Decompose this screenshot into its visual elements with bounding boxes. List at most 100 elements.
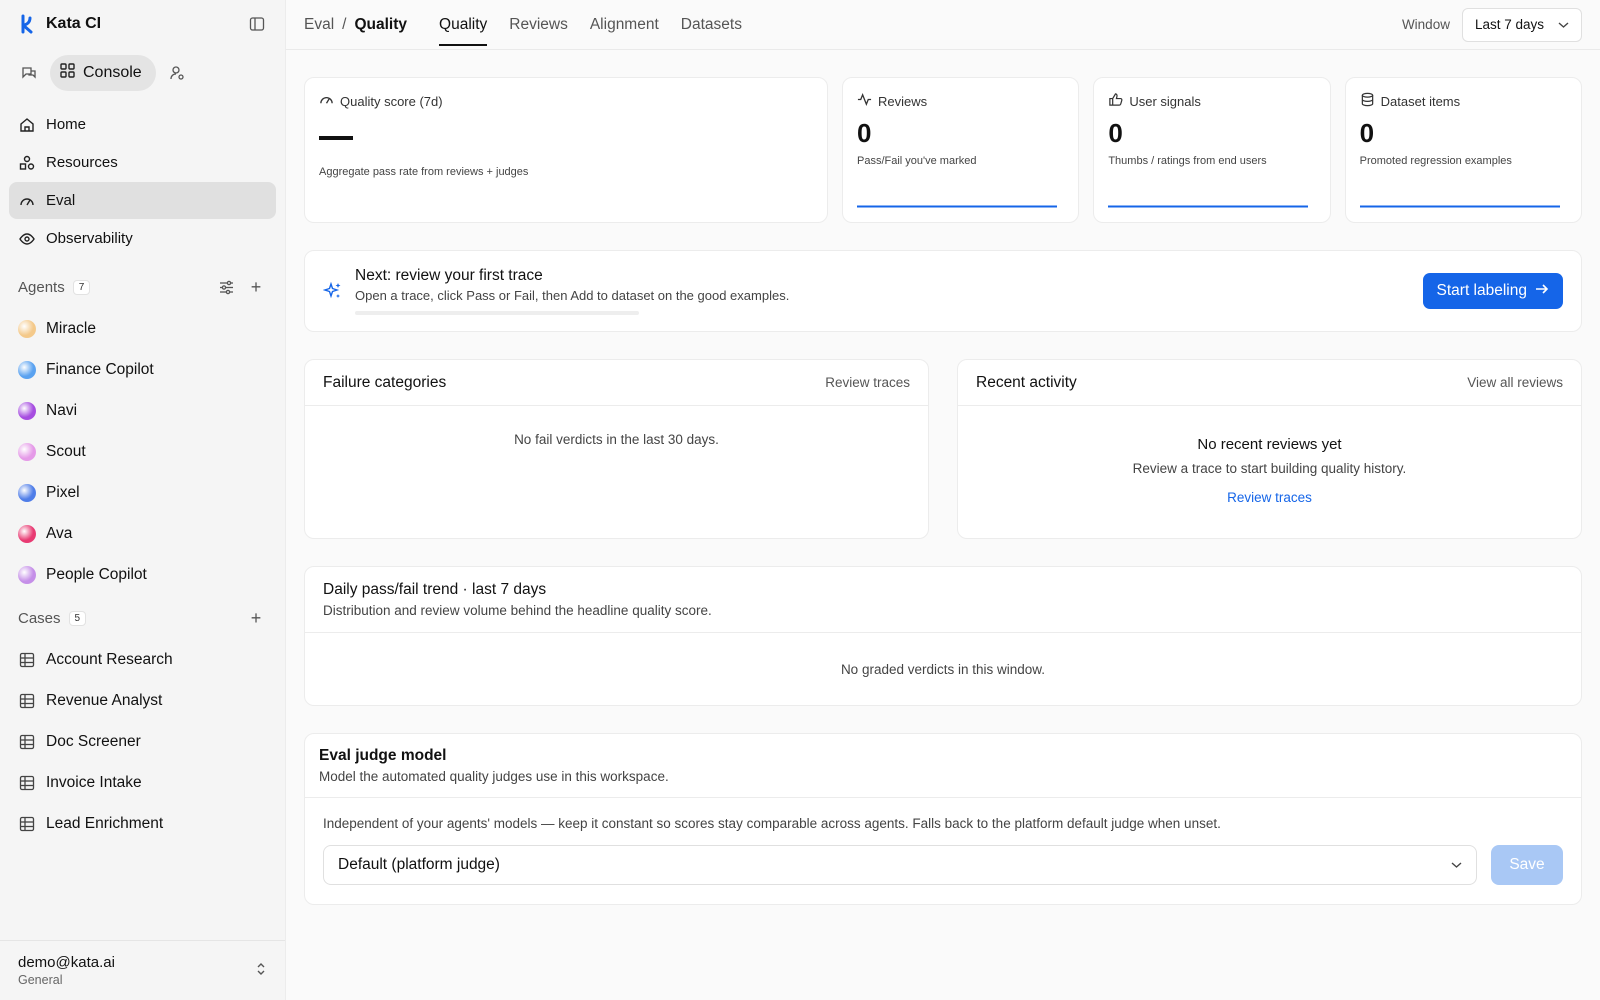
agent-item-label: People Copilot: [46, 565, 147, 583]
tab-quality[interactable]: Quality: [439, 0, 488, 50]
quality-score-desc: Aggregate pass rate from reviews + judge…: [319, 166, 529, 178]
case-item-lead-enrichment[interactable]: Lead Enrichment: [9, 803, 276, 844]
cases-list: Account Research Revenue Analyst Doc Scree…: [0, 639, 285, 844]
breadcrumb-parent[interactable]: Eval: [304, 16, 334, 34]
trend-subtitle: Distribution and review volume behind th…: [323, 603, 712, 618]
trend-empty-message: No graded verdicts in this window.: [840, 661, 1046, 677]
agent-item-ava[interactable]: Ava: [9, 513, 276, 554]
save-button[interactable]: Save: [1491, 845, 1563, 885]
failure-categories-title: Failure categories: [323, 373, 447, 391]
nav-item-resources[interactable]: Resources: [9, 144, 276, 181]
tab-datasets[interactable]: Datasets: [681, 0, 742, 50]
case-item-account-research[interactable]: Account Research: [9, 639, 276, 680]
nav-item-home[interactable]: Home: [9, 106, 276, 143]
nav-item-label: Eval: [46, 192, 76, 209]
main-panel: Eval / Quality Quality Reviews Alignment…: [285, 0, 1600, 1000]
sidebar-toggle-icon[interactable]: [247, 14, 267, 34]
start-labeling-button[interactable]: Start labeling: [1422, 273, 1563, 309]
window-filter: Window Last 7 days: [1401, 7, 1582, 42]
case-item-revenue-analyst[interactable]: Revenue Analyst: [9, 680, 276, 721]
cases-section-header: Cases 5 +: [0, 601, 285, 635]
tab-reviews[interactable]: Reviews: [509, 0, 568, 50]
user-settings-icon[interactable]: [166, 62, 188, 84]
content: Quality score (7d) Aggregate pass rate f…: [286, 50, 1600, 905]
thumbs-up-icon: [1108, 92, 1123, 110]
sidebar: Kata CI Console Home Resources Eval Obse…: [0, 0, 285, 1000]
agent-item-label: Pixel: [46, 483, 80, 501]
cases-count-badge: 5: [68, 610, 87, 626]
shapes-icon: [18, 154, 36, 172]
table-icon: [18, 733, 36, 751]
sparkles-icon: [323, 281, 343, 301]
user-menu[interactable]: demo@kata.ai General: [0, 940, 285, 1000]
console-button[interactable]: Console: [50, 55, 156, 91]
add-agent-plus-icon[interactable]: +: [245, 276, 267, 298]
agent-avatar: [18, 483, 36, 502]
next-step-progress-bar: [355, 311, 639, 315]
chevron-down-icon: [1451, 856, 1462, 874]
home-icon: [18, 116, 36, 134]
agent-item-navi[interactable]: Navi: [9, 390, 276, 431]
next-step-banner: Next: review your first trace Open a tra…: [304, 250, 1582, 332]
eye-icon: [18, 230, 36, 248]
agent-item-label: Navi: [46, 401, 78, 419]
agent-item-scout[interactable]: Scout: [9, 431, 276, 472]
review-traces-link[interactable]: Review traces: [825, 375, 910, 390]
quality-score-card: Quality score (7d) Aggregate pass rate f…: [304, 77, 828, 223]
agents-label: Agents: [18, 278, 65, 296]
agent-item-people-copilot[interactable]: People Copilot: [9, 554, 276, 595]
window-select[interactable]: Last 7 days: [1461, 7, 1582, 42]
user-email: demo@kata.ai: [18, 954, 115, 971]
chat-icon[interactable]: [18, 62, 40, 84]
judge-note: Independent of your agents' models — kee…: [323, 816, 1221, 831]
agent-item-label: Miracle: [46, 319, 96, 337]
recent-activity-panel: Recent activity View all reviews No rece…: [957, 359, 1582, 539]
add-case-plus-icon[interactable]: +: [245, 607, 267, 629]
view-all-reviews-link[interactable]: View all reviews: [1467, 375, 1563, 390]
gauge-icon: [319, 92, 334, 110]
nav-item-label: Resources: [46, 154, 118, 171]
case-item-label: Lead Enrichment: [46, 814, 164, 832]
case-item-invoice-intake[interactable]: Invoice Intake: [9, 762, 276, 803]
case-item-doc-screener[interactable]: Doc Screener: [9, 721, 276, 762]
agent-avatar: [18, 319, 36, 338]
failure-categories-panel: Failure categories Review traces No fail…: [304, 359, 929, 539]
judge-model-select[interactable]: Default (platform judge): [323, 845, 1477, 885]
console-label: Console: [83, 64, 142, 81]
summary-panels: Failure categories Review traces No fail…: [304, 359, 1582, 539]
agent-avatar: [18, 565, 36, 584]
breadcrumb-current: Quality: [354, 15, 408, 33]
reviews-stat-card: Reviews 0 Pass/Fail you've marked: [842, 77, 1080, 223]
judge-title: Eval judge model: [319, 747, 447, 764]
agent-item-miracle[interactable]: Miracle: [9, 308, 276, 349]
activity-empty-subtitle: Review a trace to start building quality…: [1132, 461, 1407, 476]
agents-section-header: Agents 7 +: [0, 270, 285, 304]
window-label: Window: [1401, 17, 1450, 32]
nav-item-observability[interactable]: Observability: [9, 220, 276, 257]
filter-icon[interactable]: [215, 276, 237, 298]
quality-score-empty-dash: [319, 136, 353, 140]
gauge-icon: [18, 192, 36, 210]
mode-switcher: Console: [0, 48, 285, 92]
failure-empty-message: No fail verdicts in the last 30 days.: [514, 432, 719, 447]
trend-title: Daily pass/fail trend · last 7 days: [323, 581, 547, 598]
agent-item-label: Finance Copilot: [46, 360, 154, 378]
agent-item-finance-copilot[interactable]: Finance Copilot: [9, 349, 276, 390]
user-workspace: General: [18, 973, 63, 987]
window-value: Last 7 days: [1474, 17, 1544, 32]
agent-avatar: [18, 524, 36, 543]
dataset-items-stat-card: Dataset items 0 Promoted regression exam…: [1344, 77, 1582, 223]
agents-count-badge: 7: [72, 279, 91, 295]
judge-subtitle: Model the automated quality judges use i…: [319, 769, 669, 784]
eval-judge-panel: Eval judge model Model the automated qua…: [304, 733, 1582, 905]
agent-item-pixel[interactable]: Pixel: [9, 472, 276, 513]
agent-avatar: [18, 401, 36, 420]
agents-list: Miracle Finance Copilot Navi Scout Pixel Ava P…: [0, 308, 285, 595]
nav-item-label: Home: [46, 116, 87, 133]
user-signals-stat-desc: Thumbs / ratings from end users: [1108, 155, 1267, 167]
kata-logo-icon: [18, 13, 40, 35]
reviews-stat-desc: Pass/Fail you've marked: [857, 155, 977, 167]
tab-alignment[interactable]: Alignment: [590, 0, 659, 50]
activity-review-traces-link[interactable]: Review traces: [1227, 490, 1312, 505]
nav-item-eval[interactable]: Eval: [9, 182, 276, 219]
